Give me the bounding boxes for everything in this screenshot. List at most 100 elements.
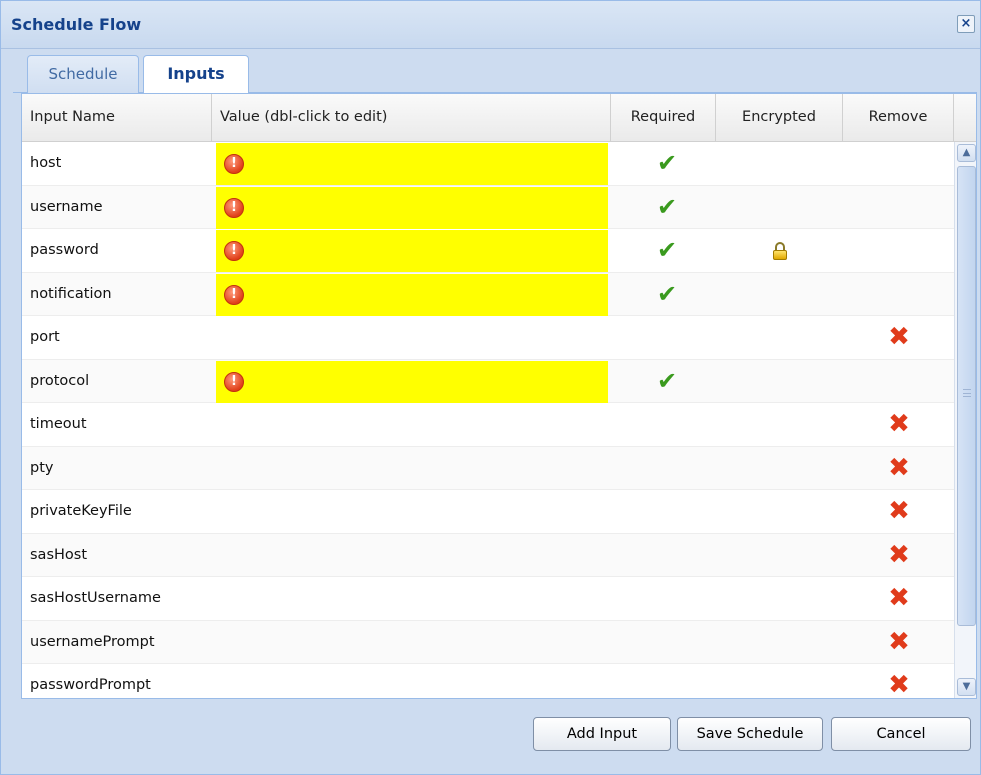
tab-schedule[interactable]: Schedule xyxy=(27,55,139,93)
warning-icon: ! xyxy=(224,197,244,218)
remove-x-icon[interactable]: ✖ xyxy=(888,409,910,439)
encrypted-cell xyxy=(717,316,843,358)
encrypted-cell xyxy=(717,142,843,184)
scroll-down-icon[interactable]: ▼ xyxy=(957,678,976,696)
input-name-cell: sasHostUsername xyxy=(30,590,161,606)
encrypted-cell xyxy=(717,229,843,271)
required-cell: ✔ xyxy=(618,142,716,184)
remove-x-icon[interactable]: ✖ xyxy=(888,627,910,657)
encrypted-cell xyxy=(717,664,843,698)
table-row[interactable]: privateKeyFile ✖ xyxy=(22,490,954,534)
value-cell[interactable] xyxy=(216,622,608,664)
input-name-cell: usernamePrompt xyxy=(30,633,155,650)
column-header-required[interactable]: Required xyxy=(611,94,716,141)
table-row[interactable]: port ✖ xyxy=(22,316,954,360)
encrypted-cell xyxy=(717,577,843,619)
add-input-button[interactable]: Add Input xyxy=(533,717,671,751)
checkmark-icon: ✔ xyxy=(656,366,678,395)
tab-inputs[interactable]: Inputs xyxy=(143,55,249,94)
table-row[interactable]: password! ✔ xyxy=(22,229,954,273)
table-row[interactable]: sasHostUsername ✖ xyxy=(22,577,954,621)
value-cell[interactable] xyxy=(216,578,608,620)
warning-icon: ! xyxy=(224,154,244,174)
column-header-remove[interactable]: Remove xyxy=(843,94,954,141)
checkmark-icon: ✔ xyxy=(656,192,678,221)
remove-x-icon[interactable]: ✖ xyxy=(888,670,910,698)
encrypted-cell xyxy=(717,273,843,315)
remove-cell xyxy=(844,360,954,402)
table-row[interactable]: timeout ✖ xyxy=(22,403,954,447)
table-row[interactable]: host! ✔ xyxy=(22,142,954,186)
column-header-input-name[interactable]: Input Name xyxy=(22,94,212,141)
encrypted-cell xyxy=(717,447,843,489)
column-header-value[interactable]: Value (dbl-click to edit) xyxy=(212,94,611,141)
required-cell: ✔ xyxy=(618,273,716,315)
value-cell[interactable] xyxy=(216,665,608,698)
required-cell xyxy=(618,316,716,358)
table-row[interactable]: protocol! ✔ xyxy=(22,359,954,403)
close-icon: × xyxy=(960,16,972,31)
input-name-cell: timeout xyxy=(30,416,87,432)
remove-cell xyxy=(844,273,954,315)
close-button[interactable]: × xyxy=(957,15,975,33)
value-cell[interactable]: ! xyxy=(216,360,608,403)
input-name-cell: password xyxy=(30,242,99,258)
remove-x-icon[interactable]: ✖ xyxy=(888,540,910,570)
required-cell xyxy=(618,490,716,532)
remove-cell: ✖ xyxy=(844,490,954,532)
remove-x-icon[interactable]: ✖ xyxy=(888,322,910,352)
encrypted-cell xyxy=(717,403,843,445)
scroll-up-icon[interactable]: ▲ xyxy=(957,144,976,162)
table-row[interactable]: pty ✖ xyxy=(22,446,954,490)
required-cell: ✔ xyxy=(618,360,716,402)
value-cell[interactable]: ! xyxy=(216,143,608,185)
input-name-cell: passwordPrompt xyxy=(30,677,151,693)
input-name-cell: username xyxy=(30,198,103,215)
value-cell[interactable] xyxy=(216,404,608,446)
input-name-cell: port xyxy=(30,329,60,345)
vertical-scrollbar[interactable]: ▲ ▼ xyxy=(954,142,976,698)
value-cell[interactable]: ! xyxy=(216,230,608,272)
remove-x-icon[interactable]: ✖ xyxy=(888,583,910,613)
value-cell[interactable]: ! xyxy=(216,186,608,229)
remove-x-icon[interactable]: ✖ xyxy=(888,453,910,483)
checkmark-icon: ✔ xyxy=(656,236,678,264)
table-row[interactable]: passwordPrompt ✖ xyxy=(22,664,954,698)
save-schedule-button[interactable]: Save Schedule xyxy=(677,717,823,751)
remove-cell xyxy=(844,142,954,184)
required-cell: ✔ xyxy=(618,229,716,271)
checkmark-icon: ✔ xyxy=(656,149,678,177)
table-row[interactable]: username! ✔ xyxy=(22,185,954,229)
required-cell: ✔ xyxy=(618,186,716,228)
required-cell xyxy=(618,577,716,619)
remove-cell: ✖ xyxy=(844,316,954,358)
column-header-encrypted[interactable]: Encrypted xyxy=(716,94,843,141)
cancel-button[interactable]: Cancel xyxy=(831,717,971,751)
value-cell[interactable] xyxy=(216,491,608,533)
remove-cell: ✖ xyxy=(844,534,954,576)
required-cell xyxy=(618,621,716,663)
tab-strip: Schedule Inputs xyxy=(13,49,977,94)
table-row[interactable]: notification! ✔ xyxy=(22,272,954,316)
required-cell xyxy=(618,403,716,445)
value-cell[interactable]: ! xyxy=(216,273,608,316)
value-cell[interactable] xyxy=(216,448,608,490)
table-row[interactable]: sasHost ✖ xyxy=(22,533,954,577)
remove-cell xyxy=(844,186,954,228)
table-row[interactable]: usernamePrompt ✖ xyxy=(22,620,954,664)
input-name-cell: protocol xyxy=(30,372,90,389)
warning-icon: ! xyxy=(224,371,244,392)
encrypted-cell xyxy=(717,490,843,532)
required-cell xyxy=(618,447,716,489)
remove-cell: ✖ xyxy=(844,577,954,619)
dialog-footer: Add Input Save Schedule Cancel xyxy=(1,699,980,775)
value-cell[interactable] xyxy=(216,317,608,359)
scroll-thumb[interactable] xyxy=(957,166,976,626)
remove-cell xyxy=(844,229,954,271)
value-cell[interactable] xyxy=(216,535,608,577)
input-name-cell: pty xyxy=(30,459,54,476)
remove-cell: ✖ xyxy=(844,447,954,489)
grid-body: host! ✔ username! ✔ password! ✔ notification! ✔… xyxy=(22,142,954,698)
remove-x-icon[interactable]: ✖ xyxy=(888,496,910,526)
input-name-cell: notification xyxy=(30,285,112,302)
